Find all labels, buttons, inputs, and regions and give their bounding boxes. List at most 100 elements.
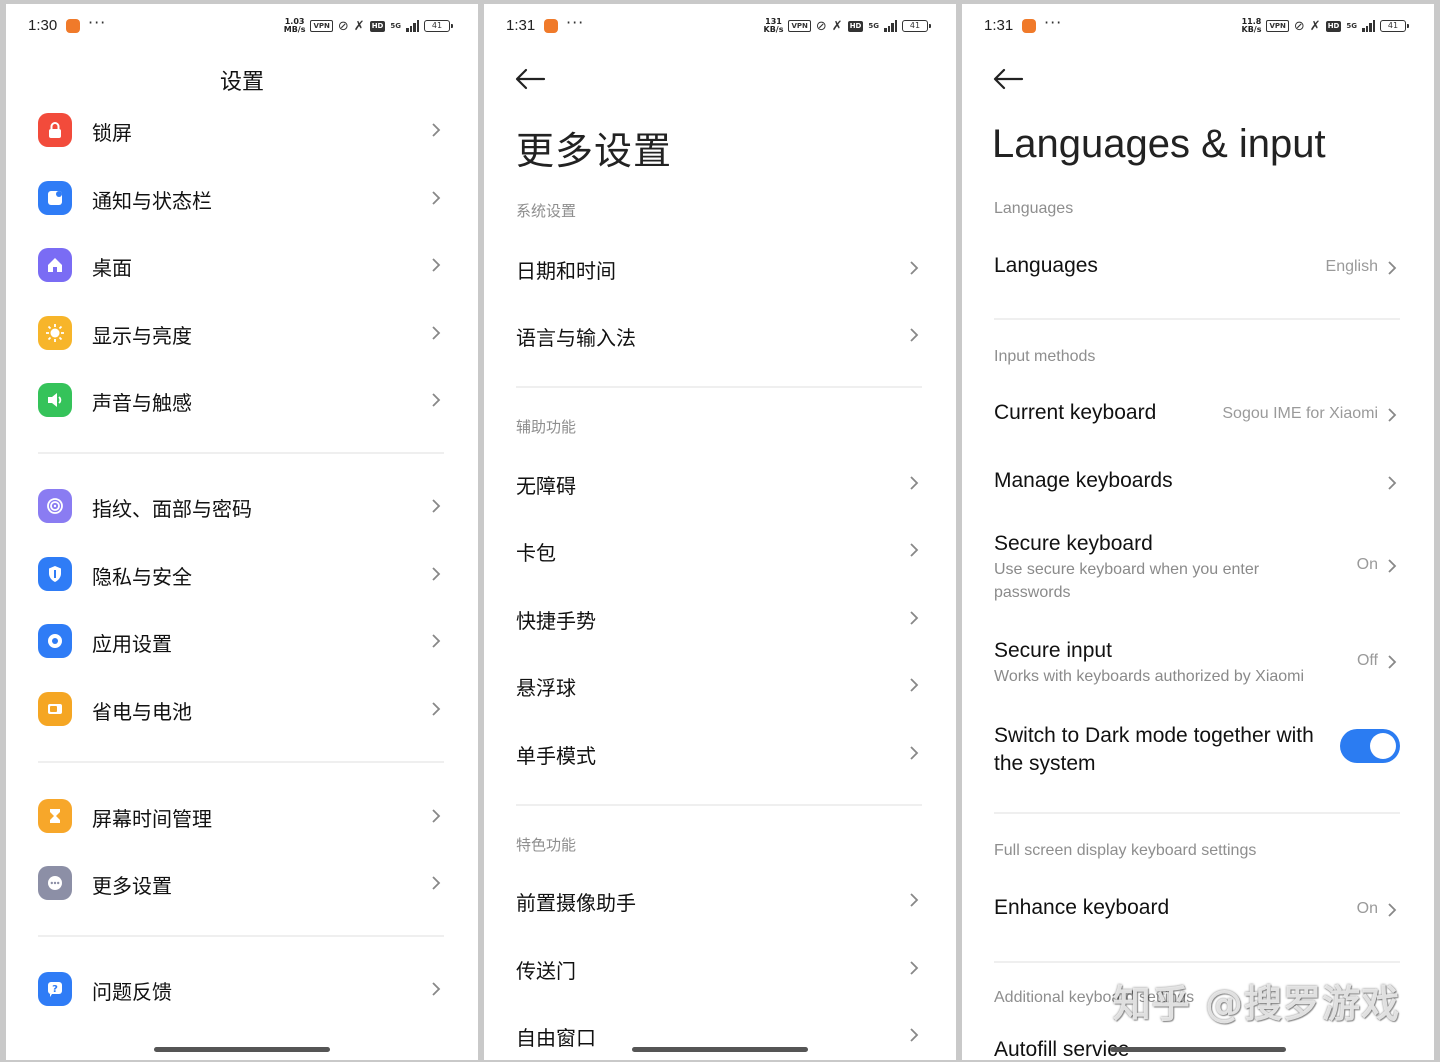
chevron-right-icon bbox=[428, 390, 444, 410]
section-header-features: 特色功能 bbox=[516, 836, 577, 854]
chevron-right-icon bbox=[906, 743, 922, 763]
page-title: 更多设置 bbox=[516, 129, 673, 173]
settings-item-label: 显示与亮度 bbox=[92, 324, 192, 348]
chevron-right-icon bbox=[428, 806, 444, 826]
settings-item-battery[interactable]: 省电与电池 bbox=[6, 679, 478, 739]
menu-item-front-camera[interactable]: 前置摄像助手 bbox=[484, 870, 956, 930]
menu-item-label: 语言与输入法 bbox=[516, 326, 636, 350]
home-indicator[interactable] bbox=[632, 1047, 808, 1052]
more-settings-panel: 1:31 ··· 131 KB/s VPN ⊘ ✗ HD 5G 41 更多设置 系… bbox=[484, 4, 956, 1060]
menu-item-gestures[interactable]: 快捷手势 bbox=[484, 588, 956, 648]
menu-item-label: 传送门 bbox=[516, 959, 576, 983]
divider bbox=[516, 804, 922, 806]
menu-item-label: 前置摄像助手 bbox=[516, 891, 636, 915]
secure-input-row[interactable]: Secure input Works with keyboards author… bbox=[962, 629, 1434, 689]
app-settings-icon bbox=[38, 624, 72, 658]
back-arrow-icon[interactable] bbox=[514, 66, 546, 92]
settings-item-label: 屏幕时间管理 bbox=[92, 807, 212, 831]
current-keyboard-value: Sogou IME for Xiaomi bbox=[1222, 405, 1378, 422]
section-header-fullscreen: Full screen display keyboard settings bbox=[994, 842, 1257, 859]
languages-label: Languages bbox=[994, 254, 1098, 277]
mute-icon: ✗ bbox=[353, 18, 365, 34]
settings-item-label: 指纹、面部与密码 bbox=[92, 497, 252, 521]
battery-icon: 41 bbox=[1380, 20, 1409, 32]
link-icon: ⊘ bbox=[1293, 18, 1305, 34]
manage-keyboards-row[interactable]: Manage keyboards bbox=[962, 453, 1434, 513]
current-keyboard-row[interactable]: Current keyboard Sogou IME for Xiaomi bbox=[962, 385, 1434, 445]
settings-item-label: 应用设置 bbox=[92, 632, 172, 656]
mute-icon: ✗ bbox=[1309, 18, 1321, 34]
settings-item-label: 问题反馈 bbox=[92, 980, 172, 1004]
settings-item-feedback[interactable]: ? 问题反馈 bbox=[6, 959, 478, 1019]
status-bar: 1:31 ··· 11.8 KB/s VPN ⊘ ✗ HD 5G 41 bbox=[962, 4, 1434, 48]
network-type: 5G bbox=[1346, 21, 1357, 30]
settings-item-display[interactable]: 显示与亮度 bbox=[6, 303, 478, 363]
menu-item-wallet[interactable]: 卡包 bbox=[484, 520, 956, 580]
chevron-right-icon bbox=[906, 890, 922, 910]
feedback-icon: ? bbox=[38, 972, 72, 1006]
dark-mode-toggle[interactable] bbox=[1340, 729, 1400, 763]
home-icon bbox=[38, 248, 72, 282]
settings-item-label: 隐私与安全 bbox=[92, 565, 192, 589]
menu-item-floating-ball[interactable]: 悬浮球 bbox=[484, 655, 956, 715]
menu-item-date-time[interactable]: 日期和时间 bbox=[484, 238, 956, 298]
settings-item-desktop[interactable]: 桌面 bbox=[6, 235, 478, 295]
secure-input-label: Secure input bbox=[994, 639, 1112, 662]
settings-item-label: 桌面 bbox=[92, 256, 132, 280]
more-notifications-icon: ··· bbox=[1044, 13, 1063, 32]
settings-item-fingerprint[interactable]: 指纹、面部与密码 bbox=[6, 476, 478, 536]
menu-item-portal[interactable]: 传送门 bbox=[484, 938, 956, 998]
manage-keyboards-label: Manage keyboards bbox=[994, 469, 1173, 492]
home-indicator[interactable] bbox=[1110, 1047, 1286, 1052]
chevron-right-icon bbox=[1384, 258, 1400, 278]
chevron-right-icon bbox=[428, 979, 444, 999]
divider bbox=[38, 761, 444, 763]
languages-input-panel: 1:31 ··· 11.8 KB/s VPN ⊘ ✗ HD 5G 41 Langu… bbox=[962, 4, 1434, 1060]
settings-item-more-settings[interactable]: 更多设置 bbox=[6, 853, 478, 913]
menu-item-label: 悬浮球 bbox=[516, 676, 576, 700]
secure-keyboard-row[interactable]: Secure keyboard Use secure keyboard when… bbox=[962, 522, 1434, 606]
more-notifications-icon: ··· bbox=[566, 13, 585, 32]
more-notifications-icon: ··· bbox=[88, 13, 107, 32]
languages-row[interactable]: Languages English bbox=[962, 238, 1434, 298]
enhance-keyboard-row[interactable]: Enhance keyboard On bbox=[962, 880, 1434, 940]
chevron-right-icon bbox=[906, 540, 922, 560]
signal-icon bbox=[1362, 20, 1375, 32]
status-icons: 131 KB/s VPN ⊘ ✗ HD 5G 41 bbox=[763, 17, 931, 34]
settings-item-lock-screen[interactable]: 锁屏 bbox=[6, 100, 478, 160]
settings-item-label: 锁屏 bbox=[92, 121, 132, 145]
signal-icon bbox=[406, 20, 419, 32]
chevron-right-icon bbox=[428, 699, 444, 719]
menu-item-one-handed[interactable]: 单手模式 bbox=[484, 723, 956, 783]
chevron-right-icon bbox=[906, 958, 922, 978]
settings-item-sound[interactable]: 声音与触感 bbox=[6, 370, 478, 430]
divider bbox=[516, 386, 922, 388]
vpn-icon: VPN bbox=[788, 20, 811, 32]
menu-item-accessibility[interactable]: 无障碍 bbox=[484, 453, 956, 513]
lock-icon bbox=[38, 113, 72, 147]
settings-item-privacy[interactable]: 隐私与安全 bbox=[6, 544, 478, 604]
chevron-right-icon bbox=[906, 258, 922, 278]
status-time: 1:31 bbox=[984, 17, 1014, 34]
menu-item-language-input[interactable]: 语言与输入法 bbox=[484, 305, 956, 365]
home-indicator[interactable] bbox=[154, 1047, 330, 1052]
menu-item-label: 无障碍 bbox=[516, 474, 576, 498]
menu-item-label: 自由窗口 bbox=[516, 1026, 596, 1050]
link-icon: ⊘ bbox=[815, 18, 827, 34]
link-icon: ⊘ bbox=[337, 18, 349, 34]
autofill-service-row[interactable]: Autofill service bbox=[962, 1024, 1434, 1060]
settings-item-label: 省电与电池 bbox=[92, 700, 192, 724]
signal-icon bbox=[884, 20, 897, 32]
back-arrow-icon[interactable] bbox=[992, 66, 1024, 92]
section-header-languages: Languages bbox=[994, 200, 1074, 217]
settings-item-screen-time[interactable]: 屏幕时间管理 bbox=[6, 786, 478, 846]
page-title: Languages & input bbox=[992, 122, 1326, 166]
menu-item-label: 卡包 bbox=[516, 541, 556, 565]
mute-icon: ✗ bbox=[831, 18, 843, 34]
settings-item-notifications[interactable]: 通知与状态栏 bbox=[6, 168, 478, 228]
network-speed: 131 KB/s bbox=[763, 17, 784, 34]
vpn-icon: VPN bbox=[1266, 20, 1289, 32]
divider bbox=[38, 452, 444, 454]
settings-item-apps[interactable]: 应用设置 bbox=[6, 611, 478, 671]
chevron-right-icon bbox=[906, 675, 922, 695]
